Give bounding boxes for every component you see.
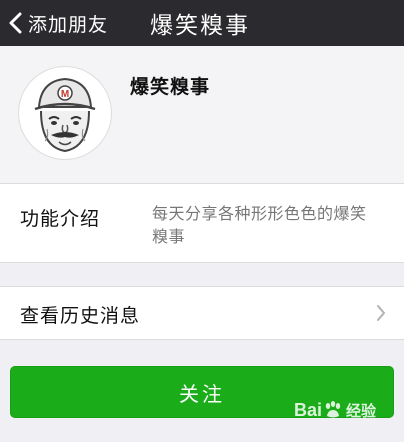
navigation-bar: 添加朋友 爆笑糗事	[0, 0, 404, 46]
watermark-sub: 经验	[345, 402, 376, 420]
svg-text:M: M	[61, 89, 69, 100]
avatar[interactable]: M	[18, 66, 112, 160]
chevron-right-icon	[377, 305, 385, 321]
back-label[interactable]: 添加朋友	[28, 10, 108, 37]
view-history-row[interactable]: 查看历史消息	[0, 286, 404, 340]
intro-text: 每天分享各种形形色色的爆笑糗事	[152, 204, 367, 246]
follow-button-label: 关注	[179, 381, 225, 406]
intro-section: 功能介绍 每天分享各种形形色色的爆笑糗事	[0, 183, 404, 263]
cartoon-face-icon: M	[34, 77, 96, 153]
watermark-brand: Bai	[293, 399, 322, 420]
watermark: Bai 经验	[294, 395, 376, 425]
chevron-left-icon	[9, 12, 22, 34]
back-button[interactable]: 添加朋友	[8, 0, 108, 46]
profile-header: M 爆笑糗事	[0, 46, 404, 183]
profile-name: 爆笑糗事	[130, 76, 211, 98]
paw-icon	[325, 401, 341, 418]
page-title: 爆笑糗事	[150, 13, 250, 39]
intro-label: 功能介绍	[20, 208, 101, 230]
history-label: 查看历史消息	[20, 305, 141, 327]
